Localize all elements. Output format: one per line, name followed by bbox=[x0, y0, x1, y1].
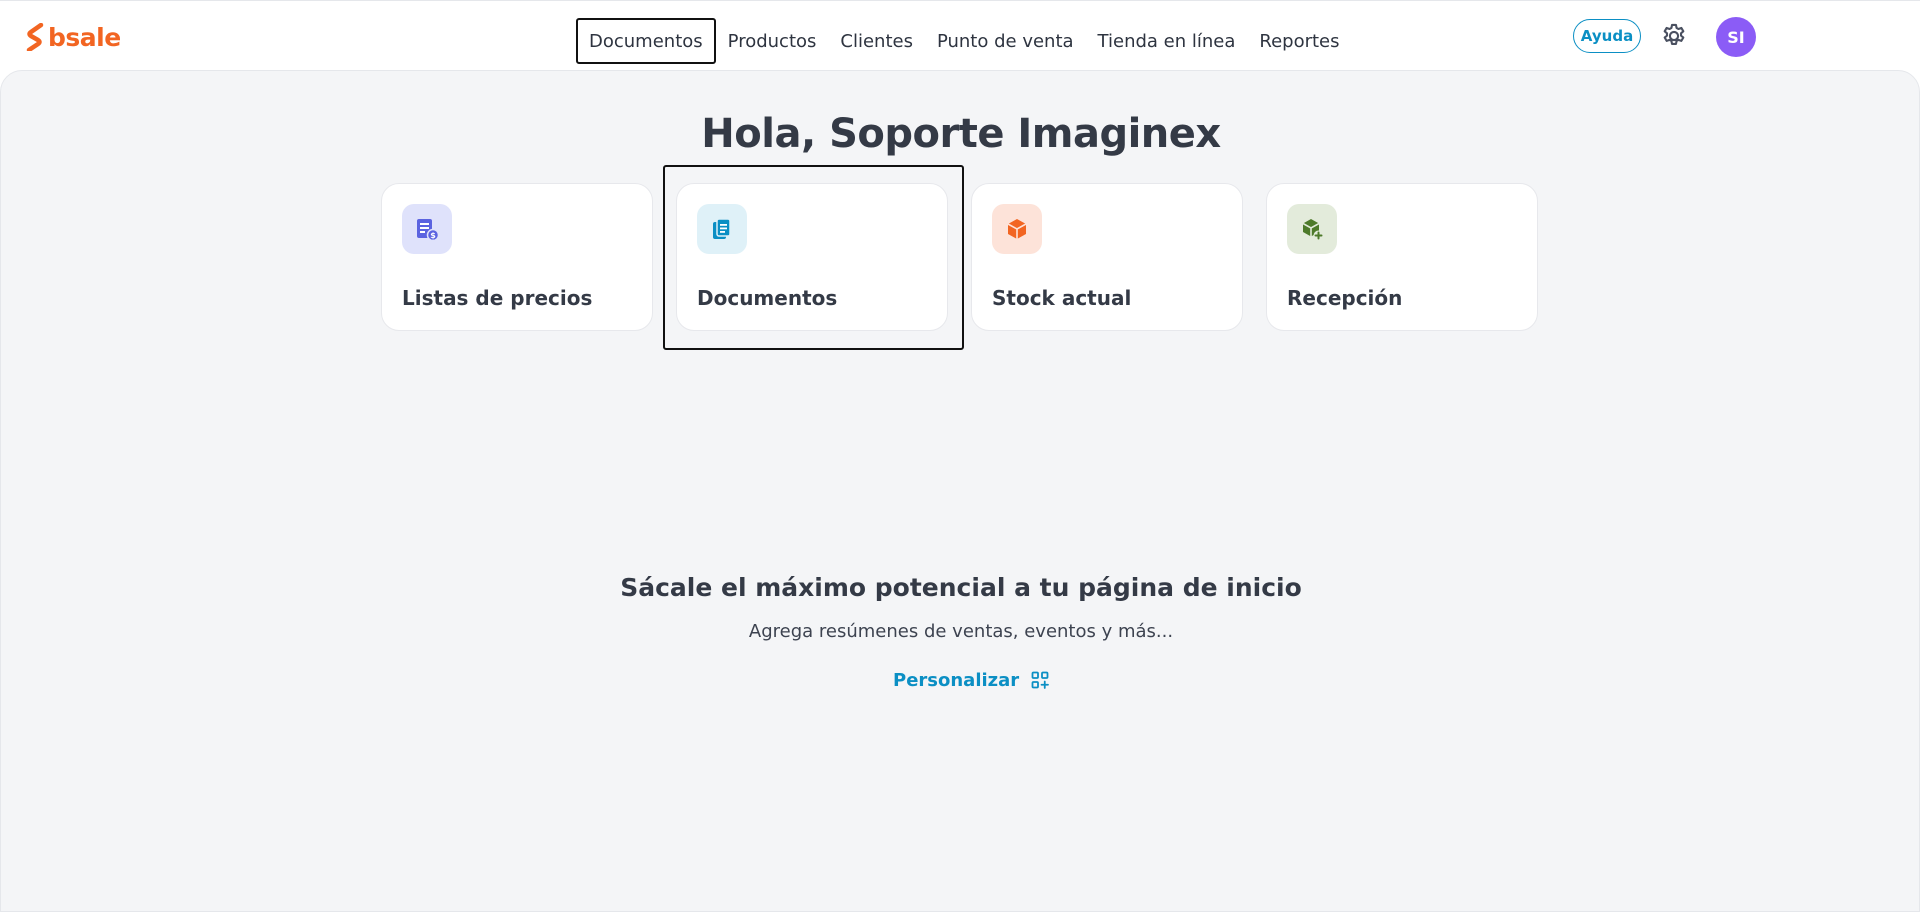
shortcut-card-recepcion[interactable]: Recepción bbox=[1266, 183, 1538, 331]
help-button[interactable]: Ayuda bbox=[1573, 19, 1641, 53]
shortcut-card-stock-actual[interactable]: Stock actual bbox=[971, 183, 1243, 331]
user-avatar[interactable]: SI bbox=[1716, 17, 1756, 57]
box-icon bbox=[992, 204, 1042, 254]
home-main: Hola, Soporte Imaginex $ Listas de preci… bbox=[0, 70, 1920, 912]
bsale-logo-icon bbox=[26, 23, 44, 51]
page-title: Hola, Soporte Imaginex bbox=[701, 111, 1221, 157]
box-add-icon bbox=[1287, 204, 1337, 254]
personalize-button[interactable]: Personalizar bbox=[893, 667, 1050, 693]
shortcut-label: Documentos bbox=[697, 286, 838, 310]
bsale-logo[interactable]: bsale bbox=[26, 22, 121, 52]
promo-subtitle: Agrega resúmenes de ventas, eventos y má… bbox=[748, 621, 1174, 642]
document-icon bbox=[697, 204, 747, 254]
nav-item-punto-de-venta[interactable]: Punto de venta bbox=[925, 18, 1086, 64]
nav-item-reportes[interactable]: Reportes bbox=[1247, 18, 1351, 64]
nav-item-documentos[interactable]: Documentos bbox=[576, 18, 716, 64]
promo-title: Sácale el máximo potencial a tu página d… bbox=[620, 573, 1302, 602]
nav-item-clientes[interactable]: Clientes bbox=[828, 18, 925, 64]
main-nav: Documentos Productos Clientes Punto de v… bbox=[576, 18, 1352, 64]
personalize-label: Personalizar bbox=[893, 669, 1020, 691]
shortcut-label: Recepción bbox=[1287, 286, 1403, 310]
svg-text:$: $ bbox=[430, 231, 436, 240]
widgets-add-icon bbox=[1031, 671, 1050, 689]
shortcut-label: Stock actual bbox=[992, 286, 1132, 310]
price-list-icon: $ bbox=[402, 204, 452, 254]
shortcut-card-documentos[interactable]: Documentos bbox=[676, 183, 948, 331]
top-bar: bsale Documentos Productos Clientes Punt… bbox=[0, 0, 1920, 70]
gear-icon[interactable] bbox=[1660, 22, 1688, 50]
brand-name: bsale bbox=[48, 22, 121, 52]
shortcut-label: Listas de precios bbox=[402, 286, 593, 310]
nav-item-tienda-en-linea[interactable]: Tienda en línea bbox=[1086, 18, 1248, 64]
shortcut-card-listas-de-precios[interactable]: $ Listas de precios bbox=[381, 183, 653, 331]
nav-item-productos[interactable]: Productos bbox=[716, 18, 829, 64]
